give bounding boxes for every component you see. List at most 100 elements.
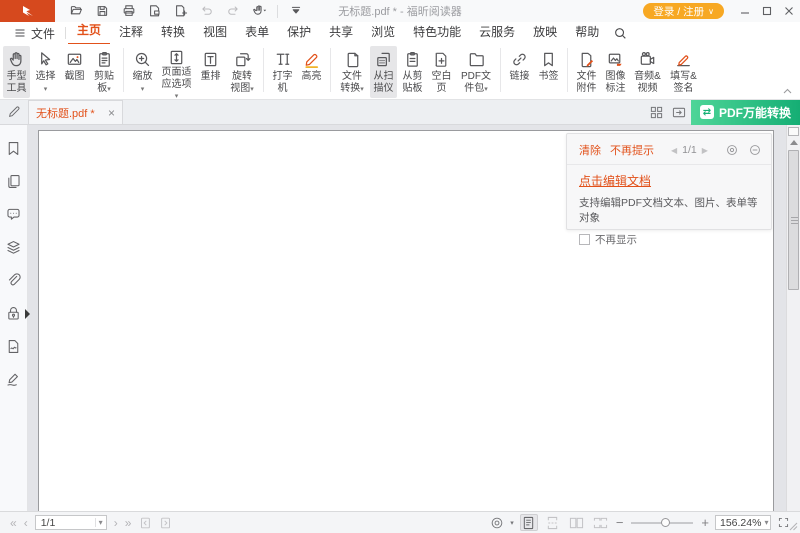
popup-settings-icon[interactable]: [726, 144, 738, 156]
label-text: 旋转视图: [230, 71, 252, 94]
ribbon-highlight-button[interactable]: 高亮: [298, 46, 325, 98]
ribbon-select-button[interactable]: 选择▾: [32, 46, 59, 98]
tab-switch-button[interactable]: [669, 102, 689, 122]
menu-tab-特色功能[interactable]: 特色功能: [404, 22, 470, 44]
ribbon-snapshot-button[interactable]: 截图: [61, 46, 88, 98]
ribbon-link-button[interactable]: 链接: [506, 46, 533, 98]
sidebar-expand-handle[interactable]: [25, 309, 30, 319]
facing-continuous-view-button[interactable]: [592, 514, 610, 531]
hand-mode-button[interactable]: [247, 1, 271, 21]
popup-no-more-button[interactable]: 不再提示: [610, 142, 654, 158]
menu-tab-共享[interactable]: 共享: [320, 22, 362, 44]
scrollbar-split-button[interactable]: [788, 127, 799, 136]
close-tab-icon[interactable]: ×: [108, 107, 115, 119]
pdf-converter-button[interactable]: ⇄ PDF万能转换: [691, 100, 800, 125]
document-tab[interactable]: 无标题.pdf * ×: [28, 100, 123, 124]
ribbon-zoom-button[interactable]: 缩放▾: [129, 46, 156, 98]
ribbon-rotate-view-button[interactable]: 旋转视图▾: [226, 46, 258, 98]
ribbon-bookmark-button[interactable]: 书签: [535, 46, 562, 98]
zoom-in-button[interactable]: +: [701, 516, 709, 529]
menu-tab-帮助[interactable]: 帮助: [566, 22, 608, 44]
close-button[interactable]: [778, 0, 800, 22]
zoom-out-button[interactable]: −: [616, 516, 624, 529]
window-resize-grip[interactable]: [789, 522, 798, 531]
zoom-slider-thumb[interactable]: [661, 518, 670, 527]
ribbon-file-attachment-button[interactable]: 文件附件: [573, 46, 600, 98]
first-page-button[interactable]: «: [10, 517, 17, 529]
ribbon-hand-tool-button[interactable]: 手型工具: [3, 46, 30, 98]
ribbon-from-clipboard-button[interactable]: 从剪贴板: [399, 46, 426, 98]
continuous-view-button[interactable]: [544, 514, 562, 531]
popup-clear-button[interactable]: 清除: [579, 142, 601, 158]
print-button[interactable]: [117, 1, 141, 21]
sidebar-layers-panel-button[interactable]: [5, 239, 23, 256]
collapse-ribbon-button[interactable]: [783, 88, 792, 94]
zoom-percent-combobox[interactable]: 156.24% ▾: [715, 515, 771, 530]
ribbon-pdf-portfolio-button[interactable]: PDF文件包▾: [457, 46, 495, 98]
next-view-button[interactable]: [159, 516, 173, 530]
ribbon-fill-sign-button[interactable]: 填写&签名: [666, 46, 701, 98]
chevron-down-icon[interactable]: ▾: [761, 518, 771, 527]
tab-grid-view-button[interactable]: [647, 102, 667, 122]
menu-tab-视图[interactable]: 视图: [194, 22, 236, 44]
ribbon-reflow-button[interactable]: 重排: [197, 46, 224, 98]
customize-button[interactable]: [284, 1, 308, 21]
open-button[interactable]: [65, 1, 89, 21]
next-page-button[interactable]: ›: [114, 517, 118, 529]
ribbon-page-fit-button[interactable]: 页面适应选项▾: [158, 46, 195, 98]
zoom-slider[interactable]: [631, 522, 693, 524]
previous-page-button[interactable]: ‹: [24, 517, 28, 529]
popup-prev-icon[interactable]: ◀: [671, 146, 677, 155]
ribbon-from-scanner-button[interactable]: 从扫描仪: [370, 46, 397, 98]
document-tab-title: 无标题.pdf *: [36, 105, 102, 121]
save-as-button[interactable]: [143, 1, 167, 21]
single-page-view-button[interactable]: [520, 514, 538, 531]
save-button[interactable]: [91, 1, 115, 21]
chevron-down-icon[interactable]: ▾: [510, 519, 514, 527]
sidebar-comments-panel-button[interactable]: [5, 206, 23, 223]
menu-tab-主页[interactable]: 主页: [68, 21, 110, 45]
search-button[interactable]: [608, 22, 632, 44]
previous-view-button[interactable]: [138, 516, 152, 530]
menu-tab-转换[interactable]: 转换: [152, 22, 194, 44]
file-menu-button[interactable]: 文件: [6, 25, 63, 42]
zoom-mode-button[interactable]: [490, 516, 504, 530]
scrollbar-thumb[interactable]: [788, 150, 799, 290]
ribbon-clipboard-button[interactable]: 剪贴板▾: [90, 46, 118, 98]
minimize-button[interactable]: [734, 0, 756, 22]
login-register-button[interactable]: 登录 / 注册 ∨: [643, 3, 724, 19]
ribbon-blank-page-button[interactable]: 空白页: [428, 46, 455, 98]
sidebar-bookmarks-panel-button[interactable]: [5, 140, 23, 157]
vertical-scrollbar[interactable]: [786, 125, 800, 511]
popup-collapse-icon[interactable]: [749, 144, 761, 156]
facing-view-button[interactable]: [568, 514, 586, 531]
undo-button[interactable]: [195, 1, 219, 21]
menu-tab-放映[interactable]: 放映: [524, 22, 566, 44]
menu-tab-注释[interactable]: 注释: [110, 22, 152, 44]
popup-next-icon[interactable]: ▶: [702, 146, 708, 155]
sidebar-attachments-panel-button[interactable]: [5, 272, 23, 289]
dont-show-checkbox[interactable]: [579, 234, 590, 245]
sidebar-pages-panel-button[interactable]: [5, 173, 23, 190]
edit-document-link[interactable]: 点击编辑文档: [579, 172, 651, 189]
ribbon-file-convert-button[interactable]: 文件转换▾: [336, 46, 368, 98]
quick-edit-button[interactable]: [0, 100, 28, 124]
scroll-up-icon[interactable]: [790, 140, 798, 145]
menu-tab-浏览[interactable]: 浏览: [362, 22, 404, 44]
highlight-icon: [302, 48, 321, 71]
menu-tab-云服务[interactable]: 云服务: [470, 22, 524, 44]
new-doc-button[interactable]: [169, 1, 193, 21]
maximize-button[interactable]: [756, 0, 778, 22]
menu-tab-保护[interactable]: 保护: [278, 22, 320, 44]
page-number-combobox[interactable]: 1/1 ▾: [35, 515, 107, 530]
ribbon-image-annotation-button[interactable]: 图像标注: [602, 46, 629, 98]
menu-tab-表单[interactable]: 表单: [236, 22, 278, 44]
sidebar-security-panel-button[interactable]: [5, 305, 23, 322]
redo-button[interactable]: [221, 1, 245, 21]
sidebar-standards-panel-button[interactable]: [5, 338, 23, 355]
ribbon-audio-video-button[interactable]: 音频&视频: [631, 46, 664, 98]
sidebar-signatures-panel-button[interactable]: [5, 371, 23, 388]
last-page-button[interactable]: »: [125, 517, 132, 529]
ribbon-typewriter-button[interactable]: 打字机: [269, 46, 296, 98]
chevron-down-icon[interactable]: ▾: [95, 518, 106, 527]
